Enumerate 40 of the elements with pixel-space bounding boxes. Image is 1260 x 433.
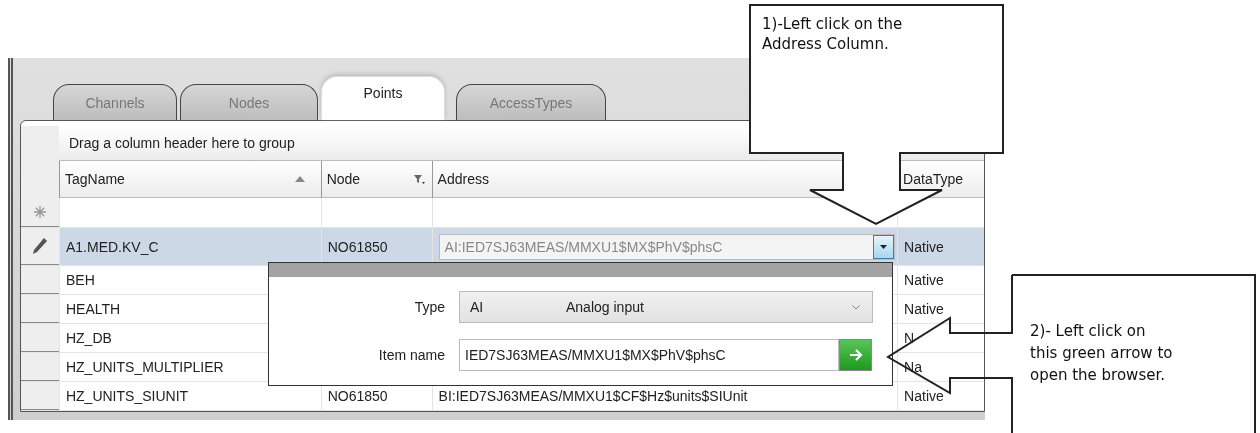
row-indicator[interactable] [21, 382, 59, 410]
row-indicator[interactable] [21, 295, 59, 323]
dropdown-button[interactable] [872, 234, 894, 259]
row-indicator[interactable] [21, 198, 59, 227]
row-indicator[interactable] [21, 353, 59, 381]
corner-cell [21, 126, 59, 161]
row-indicator[interactable] [21, 228, 59, 265]
table-cell: HZ_UNITS_SIUNIT [65, 388, 189, 404]
browse-button[interactable] [839, 339, 872, 371]
table-cell: BI:IED7SJ63MEAS/MMXU1$CF$Hz$units$SIUnit [438, 388, 748, 404]
table-cell: HEALTH [65, 301, 121, 317]
type-label: Type [413, 299, 446, 315]
table-cell: Native [904, 272, 944, 288]
callout-text: 2)- Left click on this green arrow to open the browser. [1030, 321, 1173, 386]
tab[interactable]: Points [321, 76, 445, 120]
item-name-label: Item name [377, 347, 446, 363]
table-cell: NO61850 [327, 238, 388, 255]
group-hint: Drag a column header here to group [69, 135, 295, 151]
table-cell: BEH [65, 272, 95, 288]
item-name-field[interactable]: IED7SJ63MEAS/MMXU1$MX$PhV$phsC [459, 339, 839, 371]
table-cell: Na [904, 359, 922, 375]
table-cell: HZ_DB [65, 330, 112, 346]
table-row[interactable]: A1.MED.KV_C NO61850 AI:IED7SJ63MEAS/MMXU1$MX$PhV$phsC Native [21, 228, 984, 266]
chevron-icon [852, 305, 860, 310]
pencil-icon [32, 238, 47, 254]
table-cell: A1.MED.KV_C [65, 238, 159, 255]
asterisk-icon [33, 206, 46, 218]
column-header[interactable]: Node [320, 161, 432, 198]
row-indicator[interactable] [21, 266, 59, 294]
table-cell: Native [904, 388, 944, 404]
table-cell: HZ_UNITS_MULTIPLIER [65, 359, 224, 375]
table-cell: NO61850 [327, 388, 388, 404]
type-dropdown[interactable]: AI Analog input [459, 291, 873, 323]
row-indicator[interactable] [21, 324, 59, 352]
filter-icon[interactable] [413, 174, 425, 185]
table-cell: Native [904, 301, 944, 317]
caret-icon [879, 244, 887, 249]
table-cell: Native [904, 238, 944, 255]
callout-text: 1)-Left click on the Address Column. [762, 14, 903, 54]
column-header[interactable]: TagName [58, 161, 321, 198]
